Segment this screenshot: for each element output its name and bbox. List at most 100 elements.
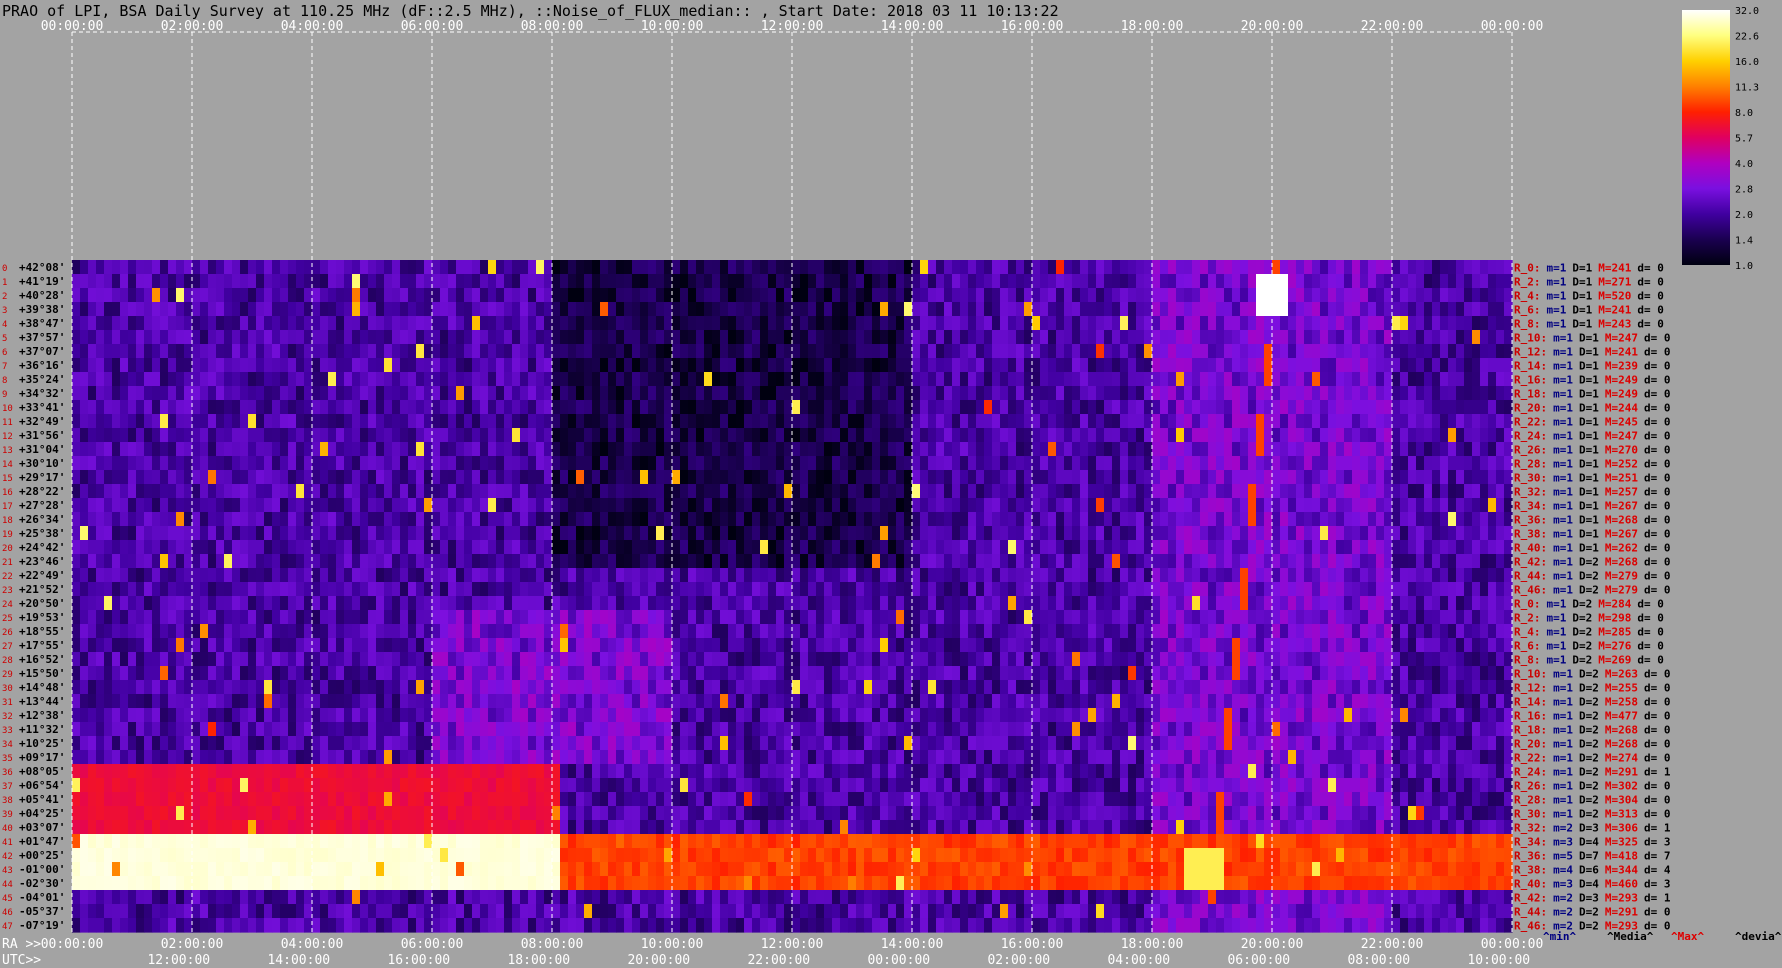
heatmap-cell (1144, 470, 1153, 485)
heatmap-cell (1416, 568, 1425, 583)
heatmap-cell (672, 624, 681, 639)
heatmap-cell (1168, 288, 1177, 303)
heatmap-cell (1224, 260, 1233, 275)
heatmap-cell (896, 638, 905, 653)
heatmap-cell (720, 414, 729, 429)
heatmap-cell (864, 302, 873, 317)
heatmap-cell (216, 386, 225, 401)
heatmap-cell (744, 274, 753, 289)
heatmap-cell (1016, 344, 1025, 359)
heatmap-cell (1136, 484, 1145, 499)
heatmap-cell (1488, 610, 1497, 625)
heatmap-cell (824, 442, 833, 457)
heatmap-cell (416, 484, 425, 499)
heatmap-cell (984, 358, 993, 373)
heatmap-cell (1224, 358, 1233, 373)
heatmap-cell (936, 330, 945, 345)
heatmap-cell (1192, 344, 1201, 359)
heatmap-cell (840, 540, 849, 555)
heatmap-cell (360, 442, 369, 457)
heatmap-cell (736, 302, 745, 317)
heatmap-cell (1328, 512, 1337, 527)
heatmap-cell (1080, 554, 1089, 569)
heatmap-cell (512, 428, 521, 443)
heatmap-cell (1392, 400, 1401, 415)
heatmap-cell (88, 358, 97, 373)
heatmap-cell (1424, 624, 1433, 639)
heatmap-cell (1392, 596, 1401, 611)
heatmap-cell (1408, 456, 1417, 471)
heatmap-cell (1160, 470, 1169, 485)
heatmap-cell (888, 428, 897, 443)
heatmap-cell (128, 638, 137, 653)
heatmap-cell (1112, 568, 1121, 583)
heatmap-cell (248, 638, 257, 653)
heatmap-cell (88, 414, 97, 429)
heatmap-cell (1088, 526, 1097, 541)
heatmap-cell (336, 414, 345, 429)
heatmap-cell (1184, 484, 1193, 499)
heatmap-cell (1504, 442, 1513, 457)
heatmap-cell (1264, 582, 1273, 597)
heatmap-cell (1136, 512, 1145, 527)
heatmap-cell (80, 442, 89, 457)
heatmap-cell (456, 568, 465, 583)
heatmap-cell (576, 568, 585, 583)
heatmap-cell (192, 428, 201, 443)
heatmap-cell (928, 274, 937, 289)
heatmap-cell (688, 540, 697, 555)
heatmap-cell (1440, 414, 1449, 429)
heatmap-cell (224, 442, 233, 457)
heatmap-cell (480, 302, 489, 317)
heatmap-cell (1448, 428, 1457, 443)
heatmap-cell (1240, 414, 1249, 429)
heatmap-cell (248, 484, 257, 499)
heatmap-cell (512, 638, 521, 653)
heatmap-cell (1416, 316, 1425, 331)
heatmap-cell (1048, 470, 1057, 485)
heatmap-cell (840, 330, 849, 345)
heatmap-cell (1272, 344, 1281, 359)
heatmap-cell (504, 624, 513, 639)
heatmap-cell (1288, 344, 1297, 359)
heatmap-cell (1040, 624, 1049, 639)
heatmap-cell (1128, 302, 1137, 317)
heatmap-cell (688, 498, 697, 513)
heatmap-cell (232, 260, 241, 275)
heatmap-cell (488, 484, 497, 499)
heatmap-cell (1264, 330, 1273, 345)
heatmap-cell (232, 414, 241, 429)
heatmap-cell (1440, 260, 1449, 275)
heatmap-cell (320, 568, 329, 583)
heatmap-cell (384, 526, 393, 541)
heatmap-cell (424, 386, 433, 401)
heatmap-cell (192, 260, 201, 275)
heatmap-cell (112, 582, 121, 597)
heatmap-cell (432, 456, 441, 471)
heatmap-cell (168, 442, 177, 457)
heatmap-cell (1104, 554, 1113, 569)
heatmap-cell (1064, 512, 1073, 527)
heatmap-cell (368, 596, 377, 611)
heatmap-cell (1184, 470, 1193, 485)
heatmap-cell (96, 470, 105, 485)
heatmap-cell (736, 526, 745, 541)
heatmap-cell (1080, 582, 1089, 597)
heatmap-cell (128, 512, 137, 527)
heatmap-cell (1168, 624, 1177, 639)
heatmap-cell (1304, 484, 1313, 499)
heatmap-cell (800, 498, 809, 513)
heatmap-cell (1128, 638, 1137, 653)
heatmap-cell (968, 568, 977, 583)
heatmap-cell (416, 344, 425, 359)
heatmap-cell (112, 498, 121, 513)
heatmap-cell (672, 484, 681, 499)
heatmap-cell (760, 456, 769, 471)
heatmap-cell (872, 638, 881, 653)
heatmap-cell (104, 596, 113, 611)
heatmap-cell (488, 610, 497, 625)
heatmap-cell (320, 470, 329, 485)
heatmap-cell (1240, 540, 1249, 555)
heatmap-cell (1168, 568, 1177, 583)
heatmap-cell (1416, 344, 1425, 359)
